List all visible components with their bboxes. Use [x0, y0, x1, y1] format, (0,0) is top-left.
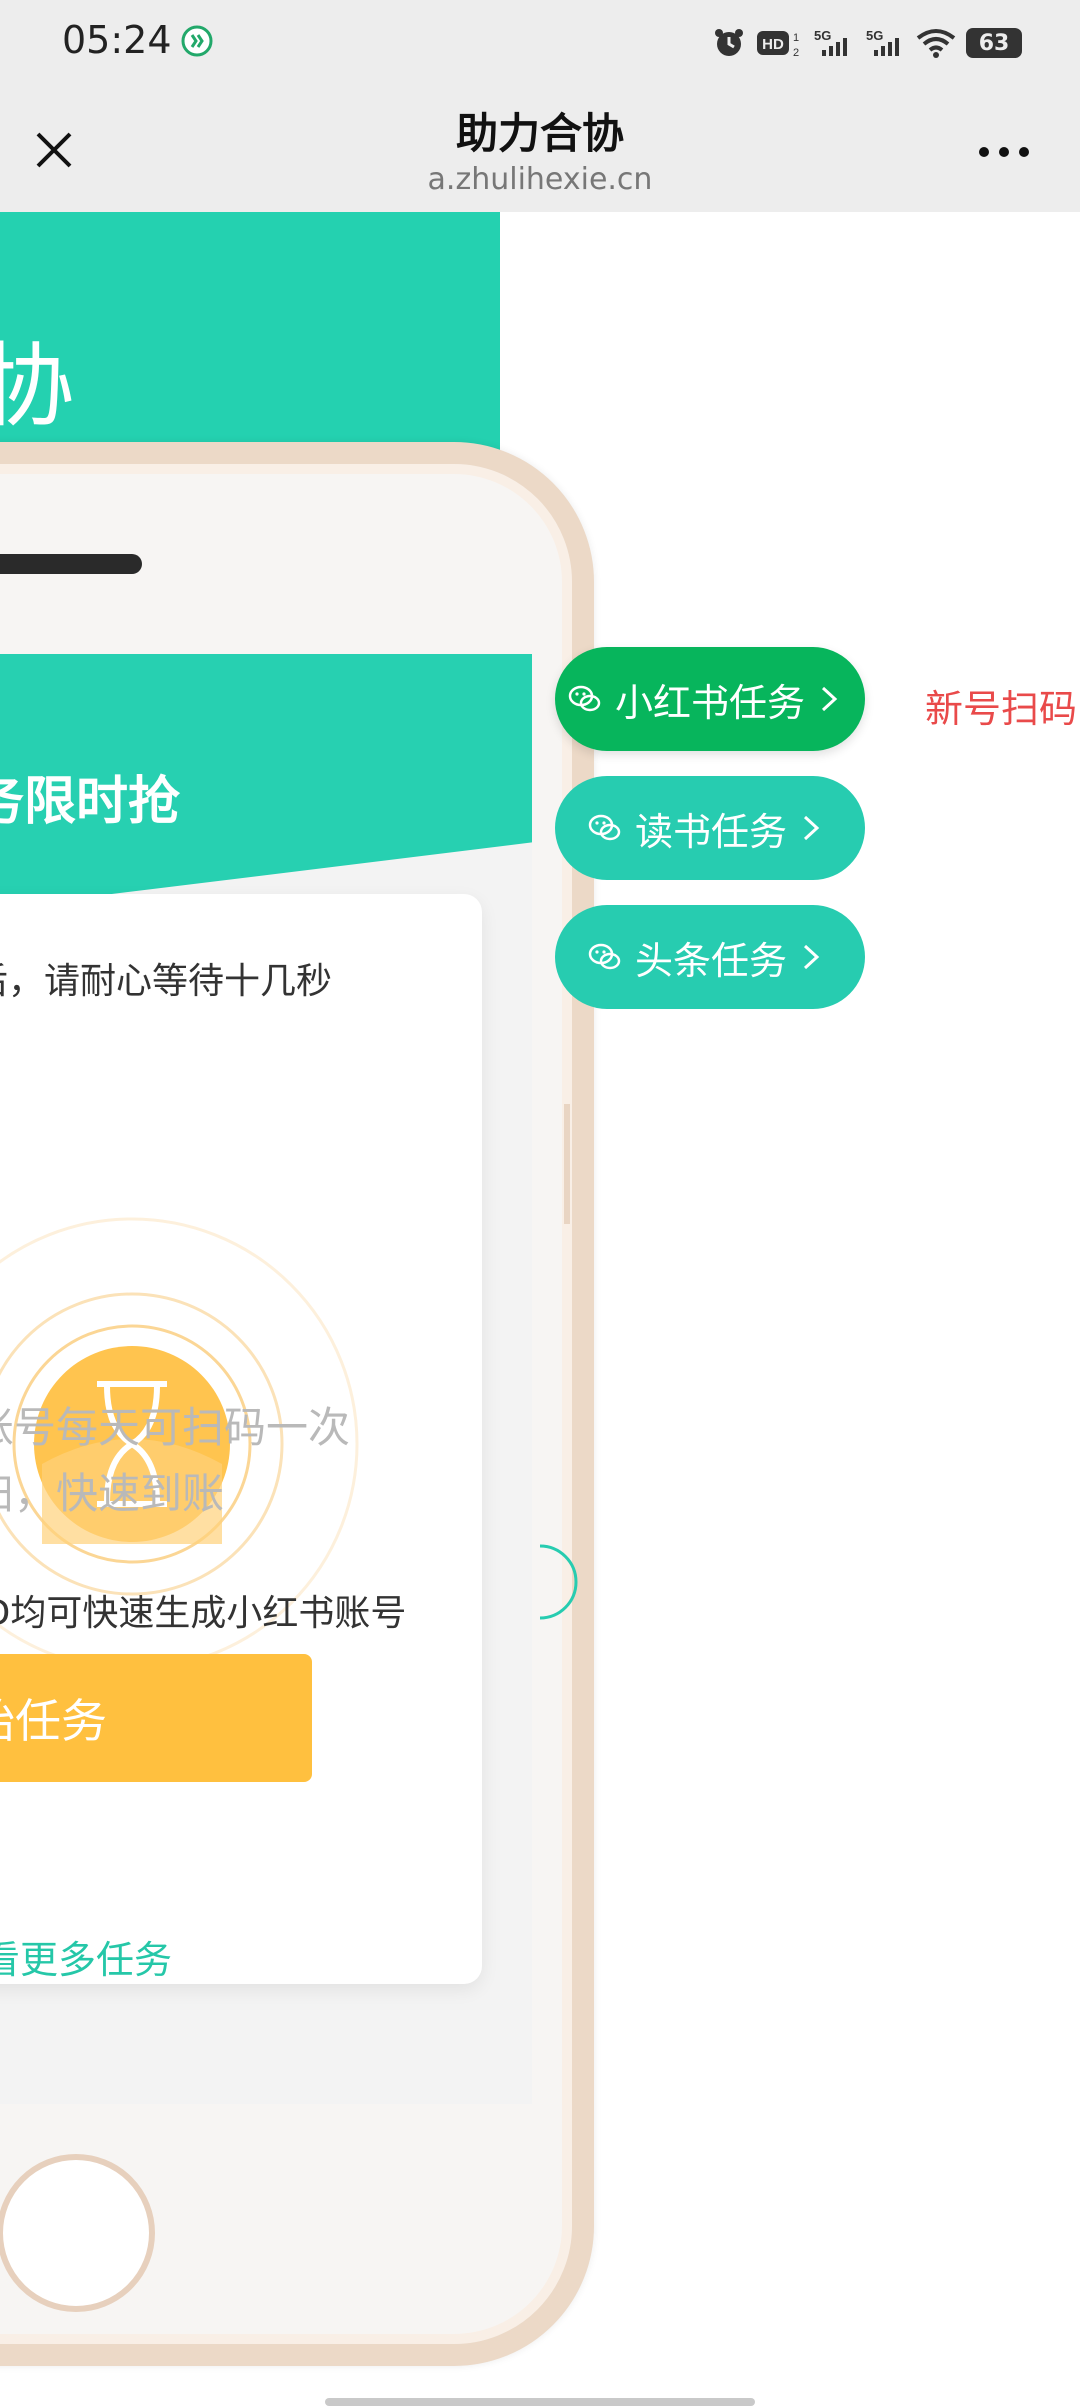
phone-home-button — [0, 2154, 155, 2312]
card-hint: 后，请耐心等待十几秒 — [0, 961, 333, 1002]
page-title: 助力合协 — [455, 109, 624, 158]
svg-text:HD: HD — [762, 36, 784, 53]
svg-text:1: 1 — [793, 32, 799, 44]
new-account-note: 新号扫码 — [925, 687, 1078, 731]
circle-decoration — [539, 1544, 578, 1620]
svg-text:2: 2 — [793, 47, 799, 59]
svg-text:5G: 5G — [814, 28, 831, 43]
task-label: 读书任务 — [635, 809, 788, 854]
status-icons: HD 1 2 5G 5G 63 — [712, 20, 1022, 66]
card-desc-line2: 扫，快速到账 — [0, 1469, 225, 1518]
xiaohongshu-task-button[interactable]: 小红书任务 — [555, 647, 865, 751]
card-note: ID均可快速生成小红书账号 — [0, 1593, 407, 1634]
chevron-right-icon — [804, 944, 820, 970]
phone-side-button — [564, 1104, 570, 1224]
home-indicator[interactable] — [325, 2398, 755, 2406]
screen-title: 务限时抢 — [0, 772, 181, 832]
chevron-right-icon — [804, 815, 820, 841]
phone-screen: 务限时抢 后，请耐心等待十几秒 账号每天可扫码一次 扫，快速到账 — [0, 654, 532, 2104]
task-label: 头条任务 — [635, 938, 788, 983]
start-task-button[interactable]: 开始任务 — [0, 1654, 312, 1782]
page-url: a.zhulihexie.cn — [427, 162, 653, 197]
page-content: 协 务限时抢 后，请耐心等待十几秒 — [0, 212, 1080, 2408]
alarm-icon — [715, 29, 743, 56]
wechat-icon — [588, 814, 621, 841]
svg-text:5G: 5G — [866, 28, 883, 43]
title-bar: 助力合协 a.zhulihexie.cn — [0, 86, 1080, 212]
wechat-icon — [588, 943, 621, 970]
signal-5g-icon: 5G — [866, 28, 899, 56]
task-card: 后，请耐心等待十几秒 账号每天可扫码一次 扫，快速到账 ID均可快速生成小红书账… — [0, 894, 482, 1984]
status-time: 05:24 — [62, 18, 172, 62]
wechat-icon — [568, 685, 601, 712]
app-notification-icon — [181, 25, 213, 57]
more-tasks-link[interactable]: 看更多任务 — [0, 1929, 172, 1984]
status-bar: 05:24 HD 1 2 5G 5G 63 — [0, 0, 1080, 86]
phone-mockup: 务限时抢 后，请耐心等待十几秒 账号每天可扫码一次 扫，快速到账 — [0, 442, 594, 2366]
toutiao-task-button[interactable]: 头条任务 — [555, 905, 865, 1009]
card-desc-line1: 账号每天可扫码一次 — [0, 1403, 351, 1452]
header-title: 协 — [0, 333, 75, 440]
task-label: 小红书任务 — [615, 680, 806, 725]
reading-task-button[interactable]: 读书任务 — [555, 776, 865, 880]
wifi-icon — [916, 29, 956, 58]
hd-icon: HD 1 2 — [757, 31, 799, 59]
signal-5g-icon: 5G — [814, 28, 847, 56]
phone-speaker — [0, 554, 142, 574]
more-options-icon[interactable] — [976, 144, 1032, 160]
chevron-right-icon — [822, 686, 838, 712]
battery-icon: 63 — [966, 28, 1022, 58]
